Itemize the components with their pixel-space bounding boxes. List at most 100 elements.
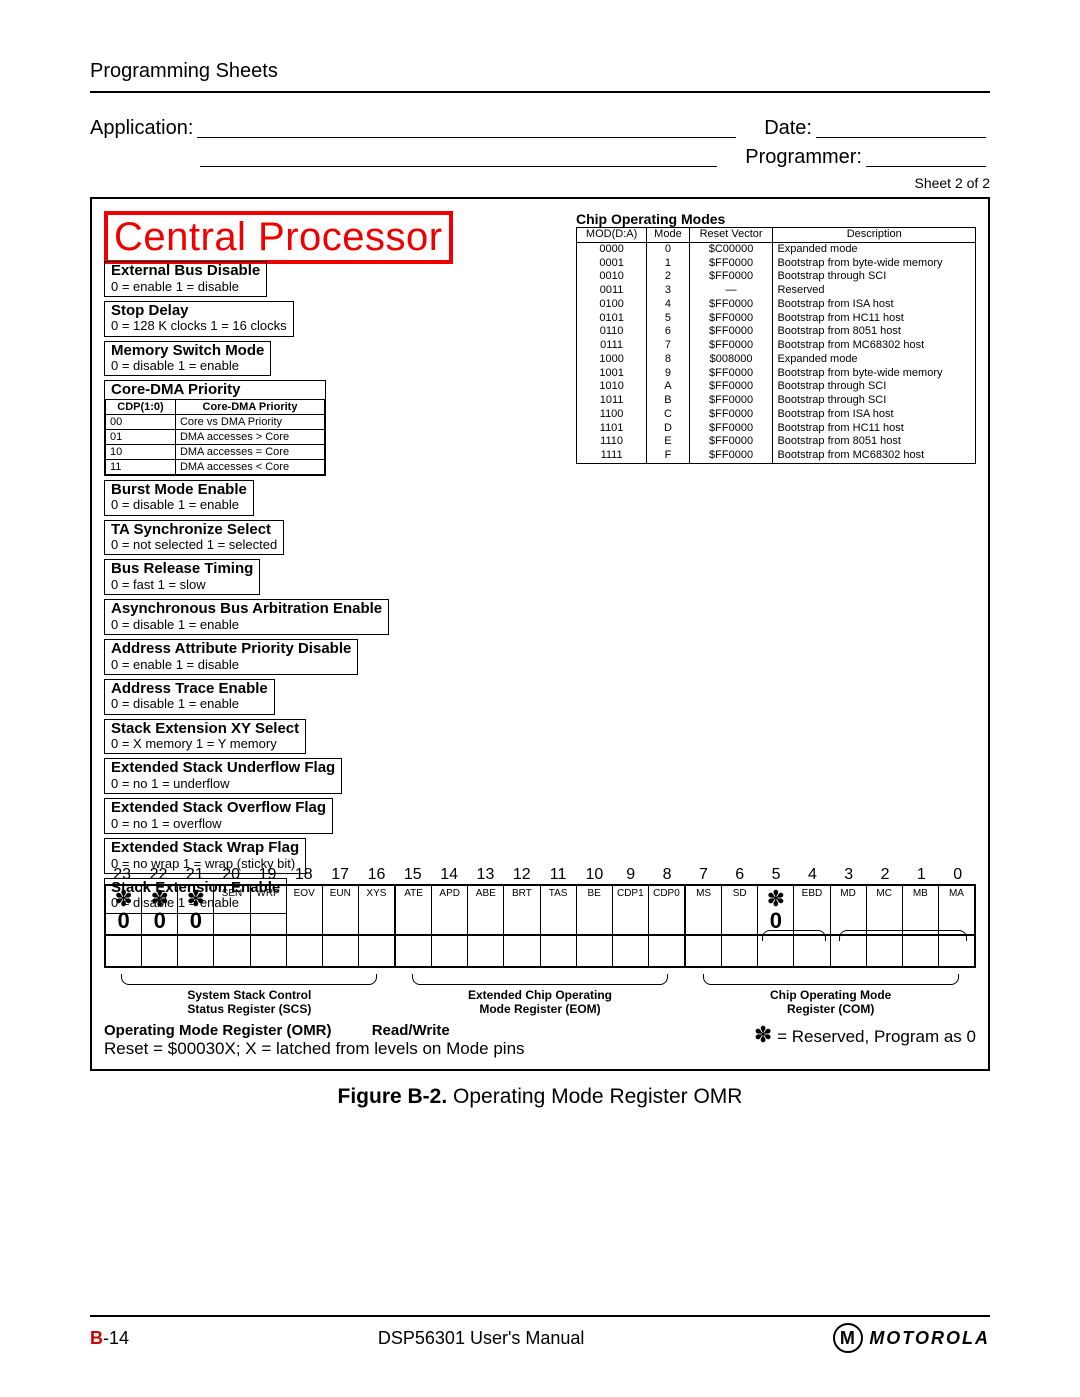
application-field[interactable] <box>197 117 736 138</box>
sheet-number: Sheet 2 of 2 <box>90 175 990 191</box>
td: 1 <box>647 257 690 271</box>
td: $FF0000 <box>689 339 773 353</box>
bit-cell: MB <box>903 886 939 934</box>
bit-number: 3 <box>831 866 867 884</box>
th: CDP(1:0) <box>106 399 176 414</box>
bit-value-cell[interactable] <box>794 936 830 966</box>
td: 1011 <box>577 394 647 408</box>
td: $FF0000 <box>689 449 773 463</box>
callout-title: Memory Switch Mode <box>105 342 270 360</box>
bit-number: 10 <box>576 866 612 884</box>
td: Bootstrap through SCI <box>773 394 976 408</box>
td: E <box>647 435 690 449</box>
td: — <box>689 284 773 298</box>
callout-sub: 0 = disable 1 = enable <box>105 697 274 713</box>
td: 3 <box>647 284 690 298</box>
brace-eom: Extended Chip Operating Mode Register (E… <box>395 970 686 1016</box>
date-field[interactable] <box>816 117 986 138</box>
bit-value-cell[interactable] <box>649 936 686 966</box>
bit-value-cell[interactable] <box>178 936 214 966</box>
bit-value-cell[interactable] <box>686 936 722 966</box>
callout-stop-delay: Stop Delay 0 = 128 K clocks 1 = 16 clock… <box>104 301 294 337</box>
td: $FF0000 <box>689 380 773 394</box>
bit-value-cell[interactable] <box>359 936 396 966</box>
bit-number: 2 <box>867 866 903 884</box>
bit-value-cell[interactable] <box>613 936 649 966</box>
application-field-2[interactable] <box>200 146 717 167</box>
td: $FF0000 <box>689 298 773 312</box>
td: Expanded mode <box>773 242 976 256</box>
bit-value-cell[interactable] <box>903 936 939 966</box>
bit-value-cell[interactable] <box>867 936 903 966</box>
bit-value-cell[interactable] <box>722 936 758 966</box>
bit-value-cell[interactable] <box>504 936 540 966</box>
callout-title: Address Trace Enable <box>105 680 274 698</box>
bit-number: 5 <box>758 866 794 884</box>
callout-ext-bus-disable: External Bus Disable 0 = enable 1 = disa… <box>104 261 267 297</box>
chip-operating-modes-table: MOD(D:A) Mode Reset Vector Description 0… <box>576 227 976 464</box>
bit-number: 0 <box>940 866 976 884</box>
td: 1001 <box>577 367 647 381</box>
bit-value-cell[interactable] <box>577 936 613 966</box>
callout-box: Stack Extension XY Select0 = X memory 1 … <box>104 719 306 755</box>
callout-title: Extended Stack Wrap Flag <box>105 839 305 857</box>
bit-value-cell[interactable] <box>142 936 178 966</box>
td: 0000 <box>577 242 647 256</box>
bit-number: 21 <box>177 866 213 884</box>
callout-title: TA Synchronize Select <box>105 521 283 539</box>
bit-value-cell[interactable] <box>432 936 468 966</box>
td: Bootstrap from ISA host <box>773 408 976 422</box>
figure-number: Figure B-2. <box>338 1085 448 1108</box>
reserved-note: = Reserved, Program as 0 <box>777 1027 976 1046</box>
programmer-label: Programmer: <box>745 146 862 169</box>
bit-value-cell[interactable] <box>214 936 250 966</box>
td: A <box>647 380 690 394</box>
td: $FF0000 <box>689 422 773 436</box>
td: 1101 <box>577 422 647 436</box>
bit-value-cell[interactable] <box>323 936 359 966</box>
bit-number: 8 <box>649 866 685 884</box>
bit-cell: MS <box>686 886 722 934</box>
bit-value-cell[interactable] <box>468 936 504 966</box>
section-header: Programming Sheets <box>90 60 990 83</box>
td: 0110 <box>577 325 647 339</box>
td: 00 <box>106 414 176 429</box>
brace-com: Chip Operating Mode Register (COM) <box>685 970 976 1016</box>
td: 0001 <box>577 257 647 271</box>
header-rule <box>90 91 990 93</box>
bit-value-cell[interactable] <box>831 936 867 966</box>
bit-cell: EBD <box>794 886 830 934</box>
td: Bootstrap from MC68302 host <box>773 339 976 353</box>
callout-sub: 0 = not selected 1 = selected <box>105 538 283 554</box>
bit-value-cell[interactable] <box>939 936 974 966</box>
bit-value-cell[interactable] <box>287 936 323 966</box>
td: 7 <box>647 339 690 353</box>
brace-label: Extended Chip Operating Mode Register (E… <box>468 988 612 1016</box>
diagram-panel: Central Processor External Bus Disable 0… <box>90 197 990 1071</box>
bit-value-row <box>104 936 976 968</box>
td: 0111 <box>577 339 647 353</box>
bit-value-cell[interactable] <box>251 936 287 966</box>
bit-number: 1 <box>903 866 939 884</box>
bit-cell: ✽0 <box>106 886 142 934</box>
td: F <box>647 449 690 463</box>
callout-sub: 0 = disable 1 = enable <box>105 359 270 375</box>
td: 01 <box>106 429 176 444</box>
bit-value-cell[interactable] <box>106 936 142 966</box>
bit-value-cell[interactable] <box>541 936 577 966</box>
diagram-title: Central Processor <box>104 211 453 264</box>
bit-cell: ✽0 <box>178 886 214 934</box>
brace-label: Chip Operating Mode Register (COM) <box>770 988 891 1016</box>
programmer-field[interactable] <box>866 146 986 167</box>
callout-sub: 0 = X memory 1 = Y memory <box>105 737 305 753</box>
bit-value-cell[interactable] <box>396 936 432 966</box>
callout-sub: 0 = fast 1 = slow <box>105 578 259 594</box>
bit-value-cell[interactable] <box>758 936 794 966</box>
callout-title: Burst Mode Enable <box>105 481 253 499</box>
callout-sub: 0 = disable 1 = enable <box>105 498 253 514</box>
td: 0100 <box>577 298 647 312</box>
register-rw: Read/Write <box>372 1022 450 1039</box>
td: $FF0000 <box>689 394 773 408</box>
td: Bootstrap from byte-wide memory <box>773 257 976 271</box>
callout-sub: 0 = 128 K clocks 1 = 16 clocks <box>105 319 293 335</box>
